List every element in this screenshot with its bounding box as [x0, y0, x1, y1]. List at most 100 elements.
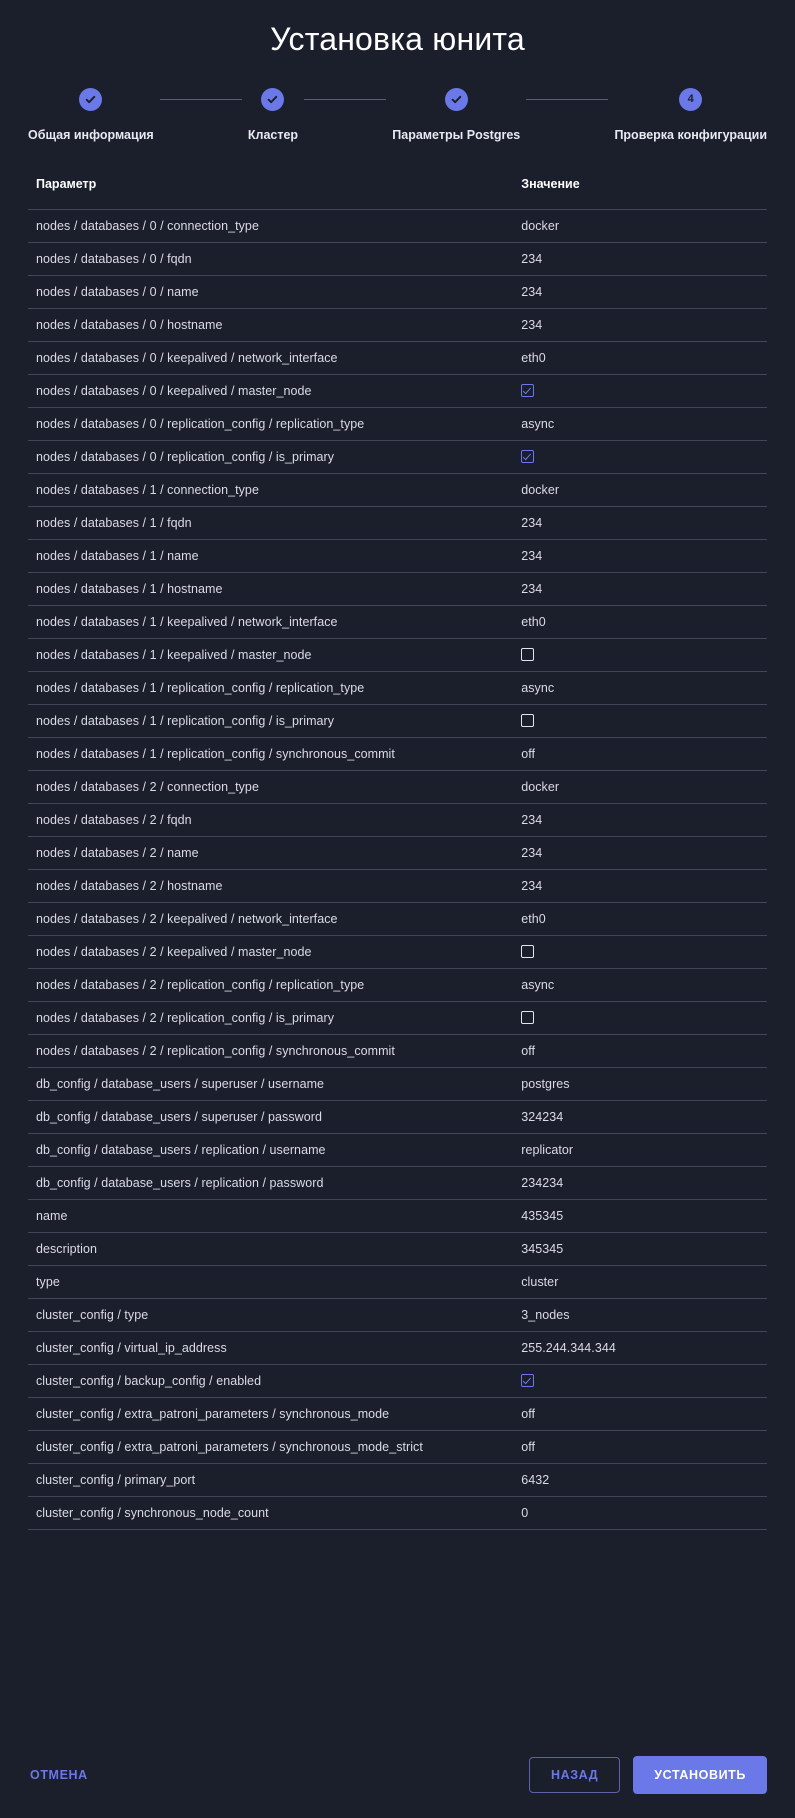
table-row: nodes / databases / 2 / keepalived / mas… [28, 935, 767, 969]
checkbox-unchecked-icon [513, 638, 767, 672]
table-body: nodes / databases / 0 / connection_type d… [28, 209, 767, 1530]
parameter-cell: nodes / databases / 1 / replication_conf… [28, 737, 514, 771]
table-row: nodes / databases / 2 / fqdn 234 [28, 803, 767, 837]
parameter-cell: cluster_config / virtual_ip_address [28, 1331, 514, 1365]
table-row: nodes / databases / 2 / name 234 [28, 836, 767, 870]
table-row: nodes / databases / 0 / replication_conf… [28, 440, 767, 474]
table-row: nodes / databases / 1 / name 234 [28, 539, 767, 573]
column-header-value: Значение [513, 176, 767, 210]
check-icon [444, 88, 468, 111]
table-row: nodes / databases / 1 / fqdn 234 [28, 506, 767, 540]
parameter-cell: nodes / databases / 1 / replication_conf… [28, 671, 514, 705]
cancel-button[interactable]: ОТМЕНА [28, 1760, 90, 1790]
value-cell: 324234 [513, 1100, 767, 1134]
table-row: type cluster [28, 1265, 767, 1299]
value-cell: 234 [513, 242, 767, 276]
value-cell: off [513, 1397, 767, 1431]
stepper-step-label: Параметры Postgres [392, 128, 521, 142]
value-cell: 234 [513, 308, 767, 342]
value-cell: 234 [513, 539, 767, 573]
checkbox-unchecked-icon [513, 935, 767, 969]
table-row: nodes / databases / 0 / fqdn 234 [28, 242, 767, 276]
table-row: nodes / databases / 1 / replication_conf… [28, 704, 767, 738]
table-row: nodes / databases / 0 / connection_type d… [28, 209, 767, 243]
step-number: 4 [679, 88, 703, 111]
table-row: nodes / databases / 0 / replication_conf… [28, 407, 767, 441]
parameter-cell: nodes / databases / 0 / keepalived / mas… [28, 374, 514, 408]
parameter-cell: nodes / databases / 1 / fqdn [28, 506, 514, 540]
value-cell: 234 [513, 506, 767, 540]
checkbox-checked-icon [521, 1374, 535, 1387]
value-cell: 234 [513, 869, 767, 903]
value-cell: 0 [513, 1496, 767, 1530]
parameter-cell: nodes / databases / 0 / keepalived / net… [28, 341, 514, 375]
value-cell: async [513, 671, 767, 705]
wizard-footer: ОТМЕНА НАЗАД УСТАНОВИТЬ [0, 1726, 795, 1818]
value-cell: docker [513, 209, 767, 243]
table-row: db_config / database_users / replication… [28, 1133, 767, 1167]
parameter-cell: cluster_config / type [28, 1298, 514, 1332]
install-unit-wizard: Установка юнита Общая информация Кластер П… [0, 0, 795, 1818]
parameter-cell: cluster_config / primary_port [28, 1463, 514, 1497]
configuration-review-table: Параметр Значение nodes / databases / 0 … [28, 176, 767, 1530]
table-row: description 345345 [28, 1232, 767, 1266]
value-cell: async [513, 968, 767, 1002]
stepper-connector [304, 99, 387, 100]
parameter-cell: db_config / database_users / replication… [28, 1133, 514, 1167]
parameter-cell: description [28, 1232, 514, 1266]
parameter-cell: cluster_config / synchronous_node_count [28, 1496, 514, 1530]
parameter-cell: nodes / databases / 1 / hostname [28, 572, 514, 606]
parameter-cell: type [28, 1265, 514, 1299]
checkbox-unchecked-icon [521, 945, 535, 958]
table-row: cluster_config / type 3_nodes [28, 1298, 767, 1332]
parameter-cell: nodes / databases / 2 / keepalived / mas… [28, 935, 514, 969]
parameter-cell: nodes / databases / 1 / keepalived / mas… [28, 638, 514, 672]
table-row: nodes / databases / 0 / hostname 234 [28, 308, 767, 342]
parameter-cell: nodes / databases / 2 / keepalived / net… [28, 902, 514, 936]
value-cell: off [513, 1034, 767, 1068]
table-row: nodes / databases / 2 / connection_type d… [28, 770, 767, 804]
parameter-cell: nodes / databases / 0 / hostname [28, 308, 514, 342]
value-cell: eth0 [513, 605, 767, 639]
table-row: nodes / databases / 1 / keepalived / net… [28, 605, 767, 639]
table-row: nodes / databases / 2 / replication_conf… [28, 1001, 767, 1035]
back-button[interactable]: НАЗАД [528, 1757, 621, 1793]
value-cell: postgres [513, 1067, 767, 1101]
parameter-cell: nodes / databases / 2 / fqdn [28, 803, 514, 837]
parameter-cell: cluster_config / extra_patroni_parameter… [28, 1430, 514, 1464]
parameter-cell: nodes / databases / 1 / replication_conf… [28, 704, 514, 738]
value-cell: async [513, 407, 767, 441]
table-row: cluster_config / extra_patroni_parameter… [28, 1430, 767, 1464]
stepper-step-3[interactable]: Параметры Postgres [392, 88, 520, 143]
install-button[interactable]: УСТАНОВИТЬ [633, 1756, 767, 1794]
parameter-cell: db_config / database_users / superuser /… [28, 1100, 514, 1134]
value-cell: eth0 [513, 902, 767, 936]
value-cell: off [513, 737, 767, 771]
checkbox-unchecked-icon [521, 714, 535, 727]
table-header-row: Параметр Значение [28, 176, 767, 210]
table-row: cluster_config / primary_port 6432 [28, 1463, 767, 1497]
parameter-cell: nodes / databases / 2 / hostname [28, 869, 514, 903]
check-icon [79, 88, 103, 111]
wizard-stepper: Общая информация Кластер Параметры Postgre… [0, 88, 795, 143]
parameter-cell: db_config / database_users / superuser /… [28, 1067, 514, 1101]
table-row: nodes / databases / 2 / keepalived / net… [28, 902, 767, 936]
parameter-cell: nodes / databases / 1 / connection_type [28, 473, 514, 507]
table-row: db_config / database_users / superuser /… [28, 1067, 767, 1101]
value-cell: 6432 [513, 1463, 767, 1497]
value-cell: replicator [513, 1133, 767, 1167]
table-row: db_config / database_users / replication… [28, 1166, 767, 1200]
parameter-cell: nodes / databases / 2 / replication_conf… [28, 1001, 514, 1035]
value-cell: off [513, 1430, 767, 1464]
stepper-step-1[interactable]: Общая информация [28, 88, 154, 143]
parameter-cell: db_config / database_users / replication… [28, 1166, 514, 1200]
checkbox-unchecked-icon [521, 648, 535, 661]
value-cell: 345345 [513, 1232, 767, 1266]
table-row: nodes / databases / 2 / replication_conf… [28, 968, 767, 1002]
value-cell: docker [513, 770, 767, 804]
parameter-cell: nodes / databases / 1 / keepalived / net… [28, 605, 514, 639]
stepper-step-2[interactable]: Кластер [248, 88, 298, 143]
parameter-cell: name [28, 1199, 514, 1233]
checkbox-checked-icon [521, 384, 535, 397]
stepper-step-4[interactable]: 4 Проверка конфигурации [614, 88, 767, 143]
